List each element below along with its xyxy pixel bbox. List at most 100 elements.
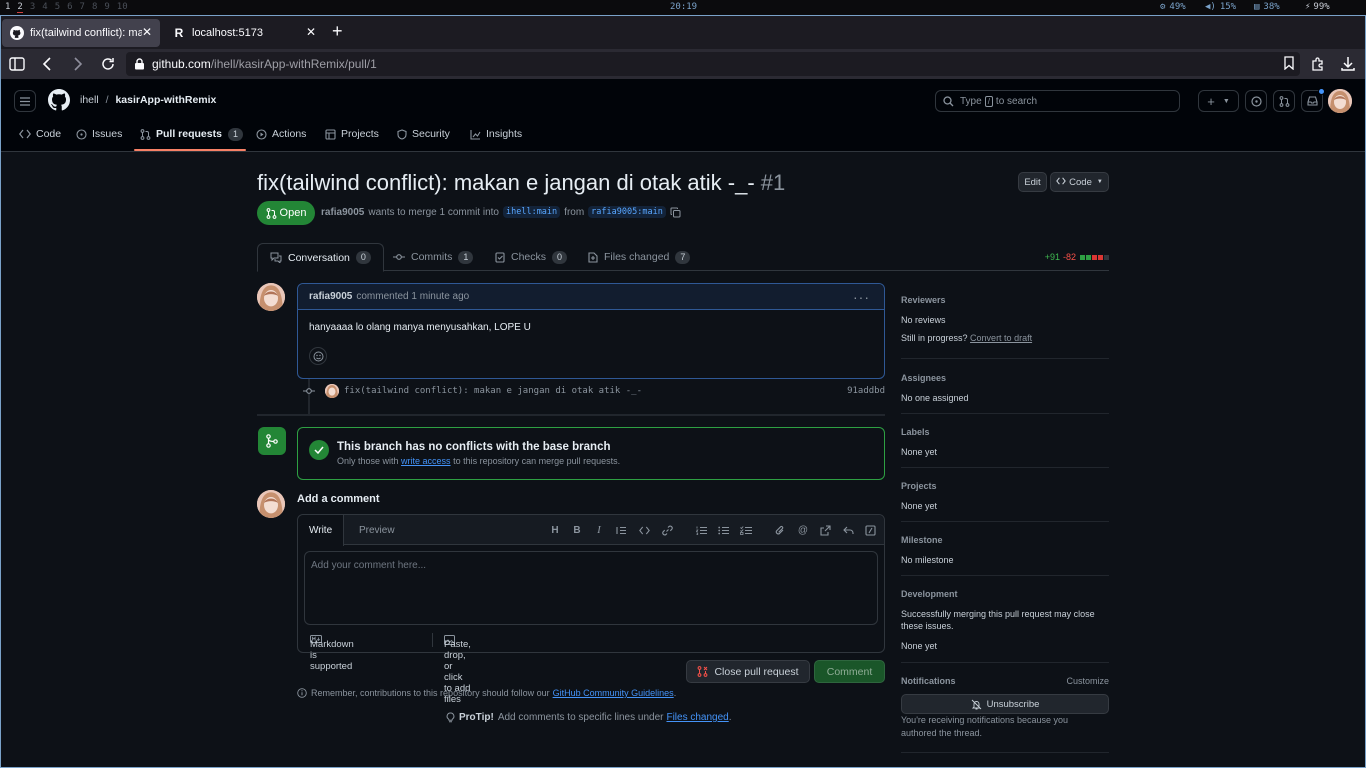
browser-tab-github[interactable]: fix(tailwind conflict): ma ✕ [2,19,160,47]
projects-heading[interactable]: Projects [901,481,1109,491]
create-new-button[interactable]: + ▼ [1198,90,1239,112]
repo-nav-pull-requests[interactable]: Pull requests 1 [140,126,243,142]
workspace-1[interactable]: 1 [5,2,10,12]
milestone-heading[interactable]: Milestone [901,535,1109,545]
workspace-3[interactable]: 3 [30,2,35,12]
attach-files-button[interactable]: Paste, drop, or click to add files [444,635,471,705]
link-icon[interactable] [660,523,674,537]
markdown-supported-link[interactable]: Markdown is supported [310,635,354,672]
cpu-value: 49% [1169,2,1186,12]
workspace-list[interactable]: 1 2 3 4 5 6 7 8 9 10 [5,2,135,13]
task-list-icon[interactable] [739,523,753,537]
repo-link[interactable]: kasirApp-withRemix [115,94,216,106]
close-pull-request-button[interactable]: Close pull request [686,660,810,683]
bold-icon[interactable]: B [570,523,584,537]
numbered-list-icon[interactable] [694,523,708,537]
kebab-horizontal-icon[interactable]: ··· [853,289,870,305]
repo-nav-insights[interactable]: Insights [470,126,522,142]
diff-square-removed [1098,254,1103,260]
search-input[interactable]: Type / to search [935,90,1180,112]
downloads-icon[interactable] [1338,54,1358,74]
extensions-icon[interactable] [1308,54,1328,74]
milestone-value: No milestone [901,555,954,565]
tab-commits[interactable]: Commits 1 [381,243,485,271]
code-dropdown-button[interactable]: Code ▼ [1050,172,1109,192]
code-icon[interactable] [637,523,651,537]
community-guidelines-link[interactable]: GitHub Community Guidelines [553,688,674,698]
reviewers-heading[interactable]: Reviewers [901,295,1109,305]
commenter-avatar[interactable] [257,283,285,311]
pr-title: fix(tailwind conflict): makan e jangan d… [257,170,785,196]
pr-author-link[interactable]: rafia9005 [321,207,364,218]
inbox-icon[interactable] [1301,88,1325,112]
repo-nav-actions[interactable]: Actions [256,126,306,142]
bookmark-icon[interactable] [1284,56,1294,73]
write-tab[interactable]: Write [298,515,345,546]
tab-files-changed[interactable]: Files changed 7 [576,243,702,271]
convert-to-draft-link[interactable]: Convert to draft [970,333,1032,343]
workspace-9[interactable]: 9 [104,2,109,12]
preview-tab[interactable]: Preview [348,515,406,546]
tab-checks[interactable]: Checks 0 [483,243,579,271]
pull-requests-icon[interactable] [1273,90,1295,112]
repo-nav-issues[interactable]: Issues [76,126,122,142]
new-tab-plus-icon[interactable]: + [332,22,343,40]
issues-icon[interactable] [1245,90,1267,112]
head-branch[interactable]: rafia9005:main [588,206,666,218]
comment-timestamp[interactable]: commented 1 minute ago [356,291,469,302]
forward-arrow-icon[interactable] [68,54,88,74]
assignees-heading[interactable]: Assignees [901,373,1109,383]
comment-submit-button[interactable]: Comment [814,660,885,683]
bullet-list-icon[interactable] [716,523,730,537]
repo-nav-security[interactable]: Security [397,126,450,142]
tab-conversation[interactable]: Conversation 0 [257,243,384,272]
github-logo-icon[interactable] [48,89,70,116]
labels-heading[interactable]: Labels [901,427,1109,437]
paperclip-icon[interactable] [773,523,787,537]
add-reaction-smiley-icon[interactable] [309,347,327,365]
quote-icon[interactable] [614,523,628,537]
workspace-10[interactable]: 10 [117,2,128,12]
development-heading[interactable]: Development [901,589,1109,599]
commit-message-link[interactable]: fix(tailwind conflict): makan e jangan d… [344,386,642,396]
url-bar[interactable]: github.com/ihell/kasirApp-withRemix/pull… [126,52,1300,76]
hamburger-menu-icon[interactable] [14,90,36,112]
browser-tab-localhost[interactable]: R localhost:5173 ✕ [164,19,324,47]
cross-reference-icon[interactable] [818,523,832,537]
heading-icon[interactable]: H [548,523,562,537]
italic-icon[interactable]: I [592,523,606,537]
write-access-link[interactable]: write access [401,456,451,466]
user-avatar[interactable] [1328,89,1352,113]
owner-link[interactable]: ihell [80,94,99,106]
sidebar-toggle-icon[interactable] [7,54,27,74]
reply-icon[interactable] [841,523,855,537]
edit-title-button[interactable]: Edit [1018,172,1047,192]
close-tab-icon[interactable]: ✕ [142,25,152,39]
commit-sha-link[interactable]: 91addbd [847,386,885,396]
repo-nav-code[interactable]: Code [19,126,61,142]
comment-textarea[interactable]: Add your comment here... [304,551,878,625]
base-branch[interactable]: ihell:main [502,206,561,218]
workspace-7[interactable]: 7 [80,2,85,12]
close-tab-icon[interactable]: ✕ [306,25,316,39]
mention-icon[interactable]: @ [796,523,810,537]
workspace-6[interactable]: 6 [67,2,72,12]
workspace-8[interactable]: 8 [92,2,97,12]
workspace-4[interactable]: 4 [42,2,47,12]
reload-icon[interactable] [98,54,118,74]
slash-commands-icon[interactable] [863,523,877,537]
workspace-2[interactable]: 2 [17,2,23,13]
workspace-5[interactable]: 5 [55,2,60,12]
back-arrow-icon[interactable] [37,54,57,74]
lock-icon[interactable] [134,58,145,70]
comment-author-link[interactable]: rafia9005 [309,291,352,302]
unsubscribe-button[interactable]: Unsubscribe [901,694,1109,714]
customize-link[interactable]: Customize [1066,676,1109,686]
copy-icon[interactable] [670,207,681,218]
commit-author-avatar[interactable] [325,384,339,398]
files-changed-link[interactable]: Files changed [666,712,728,723]
sidebar-divider [901,467,1109,468]
comment-editor: Write Preview H B I @ Add your comment h… [297,514,885,705]
current-user-avatar[interactable] [257,490,285,518]
repo-nav-projects[interactable]: Projects [325,126,379,142]
